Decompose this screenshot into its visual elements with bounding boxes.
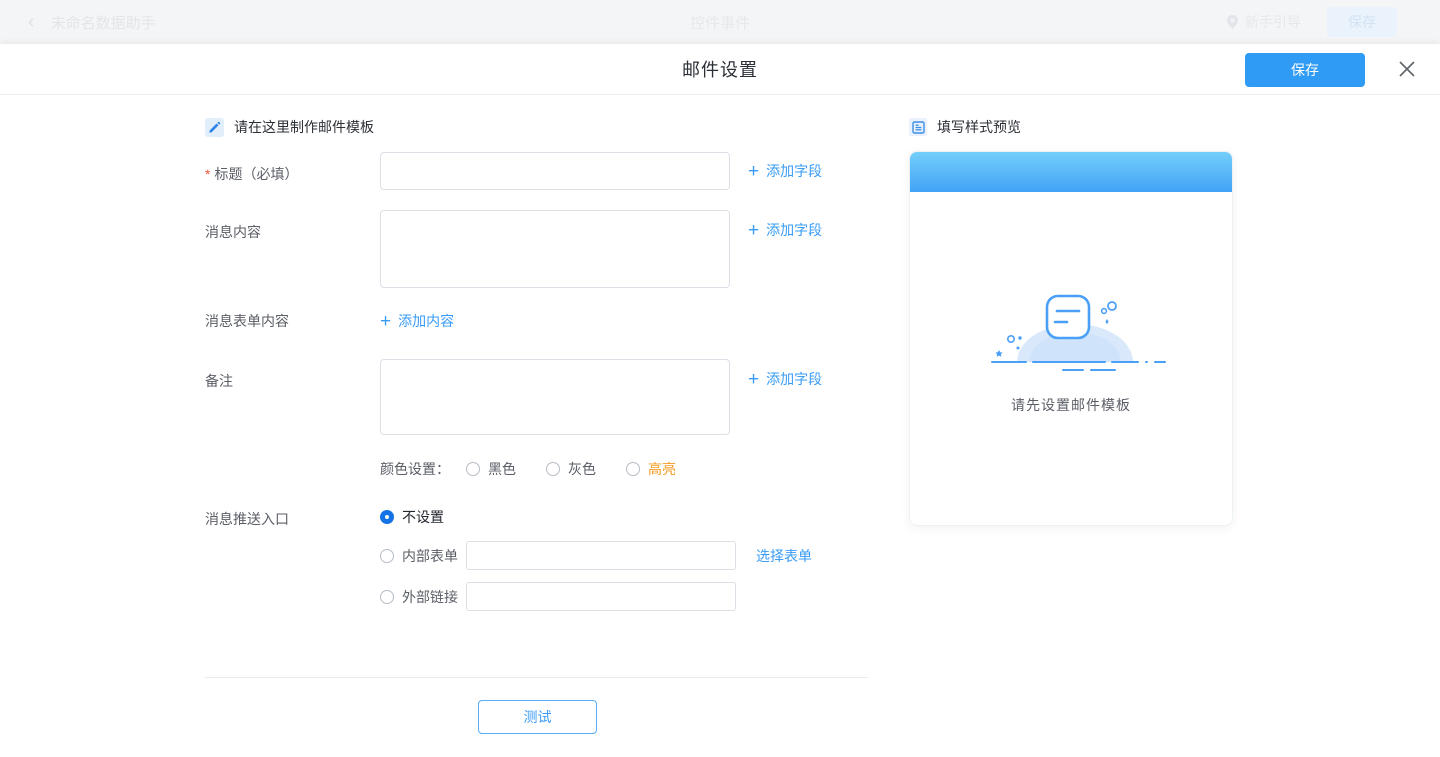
close-icon xyxy=(1397,59,1417,79)
radio-circle xyxy=(546,462,560,476)
content-field-row: 消息内容 + 添加字段 xyxy=(205,210,868,288)
color-setting-label: 颜色设置： xyxy=(380,459,450,479)
radio-push-internal-form[interactable]: 内部表单 xyxy=(380,546,466,566)
radio-color-highlight[interactable]: 高亮 xyxy=(626,459,676,479)
remark-field-label: 备注 xyxy=(205,359,380,435)
preview-header: 填写样式预览 xyxy=(909,117,1233,137)
title-input[interactable] xyxy=(380,152,730,190)
add-content-link[interactable]: + 添加内容 xyxy=(380,310,454,331)
preview-panel: 填写样式预览 xyxy=(909,95,1233,526)
radio-color-gray[interactable]: 灰色 xyxy=(546,459,596,479)
add-field-link-title[interactable]: + 添加字段 xyxy=(748,152,822,190)
plus-icon: + xyxy=(748,162,759,181)
topbar-tab-events: 控件事件 xyxy=(0,12,1440,33)
plus-icon: + xyxy=(748,370,759,389)
radio-color-black[interactable]: 黑色 xyxy=(466,459,516,479)
add-field-link-content[interactable]: + 添加字段 xyxy=(748,210,822,240)
test-button[interactable]: 测试 xyxy=(478,700,597,734)
plus-icon: + xyxy=(748,221,759,240)
location-pin-icon xyxy=(1226,14,1239,30)
pencil-icon xyxy=(205,118,224,137)
content-field-label: 消息内容 xyxy=(205,210,380,288)
plus-icon: + xyxy=(380,312,391,331)
choose-form-link[interactable]: 选择表单 xyxy=(756,546,812,566)
topbar-save-button: 保存 xyxy=(1327,7,1397,37)
title-field-row: *标题（必填） + 添加字段 xyxy=(205,152,868,190)
remark-field-row: 备注 + 添加字段 xyxy=(205,359,868,435)
required-mark: * xyxy=(205,166,210,182)
form-divider xyxy=(205,677,868,678)
guide-link: 新手引导 xyxy=(1226,12,1301,32)
title-field-label: *标题（必填） xyxy=(205,152,380,190)
radio-circle xyxy=(380,590,394,604)
preview-card-header xyxy=(910,152,1232,192)
radio-push-none[interactable]: 不设置 xyxy=(380,507,444,527)
radio-circle xyxy=(466,462,480,476)
form-note-text: 请在这里制作邮件模板 xyxy=(234,117,374,137)
save-button[interactable]: 保存 xyxy=(1245,53,1365,87)
color-setting-row: 颜色设置： 黑色 灰色 高亮 xyxy=(205,459,868,479)
content-textarea[interactable] xyxy=(380,210,730,288)
radio-circle-checked xyxy=(380,510,394,524)
internal-form-input[interactable] xyxy=(466,541,736,570)
form-content-label: 消息表单内容 xyxy=(205,311,380,331)
radio-circle xyxy=(380,549,394,563)
external-link-input[interactable] xyxy=(466,582,736,611)
preview-card: 请先设置邮件模板 xyxy=(909,151,1233,526)
guide-label: 新手引导 xyxy=(1245,12,1301,32)
form-content-row: 消息表单内容 + 添加内容 xyxy=(205,310,868,331)
close-button[interactable] xyxy=(1396,59,1418,81)
preview-header-text: 填写样式预览 xyxy=(937,117,1021,137)
email-template-form: 请在这里制作邮件模板 *标题（必填） + 添加字段 消息内容 + 添加 xyxy=(205,95,868,734)
modal-header: 邮件设置 保存 xyxy=(0,44,1440,95)
add-field-link-remark[interactable]: + 添加字段 xyxy=(748,359,822,389)
preview-empty-text: 请先设置邮件模板 xyxy=(910,395,1232,415)
push-entry-label: 消息推送入口 xyxy=(205,507,380,611)
email-settings-modal: 邮件设置 保存 请在这里制作邮件模板 xyxy=(0,44,1440,757)
radio-push-external-link[interactable]: 外部链接 xyxy=(380,587,466,607)
document-icon xyxy=(909,118,927,136)
push-entry-section: 消息推送入口 不设置 内部表单 选择表单 xyxy=(205,507,868,611)
radio-circle xyxy=(626,462,640,476)
remark-textarea[interactable] xyxy=(380,359,730,435)
modal-title: 邮件设置 xyxy=(682,56,758,82)
empty-state-illustration xyxy=(951,292,1191,372)
app-topbar: ‹ 未命名数据助手 控件事件 新手引导 保存 xyxy=(0,0,1440,44)
form-note: 请在这里制作邮件模板 xyxy=(205,117,868,137)
